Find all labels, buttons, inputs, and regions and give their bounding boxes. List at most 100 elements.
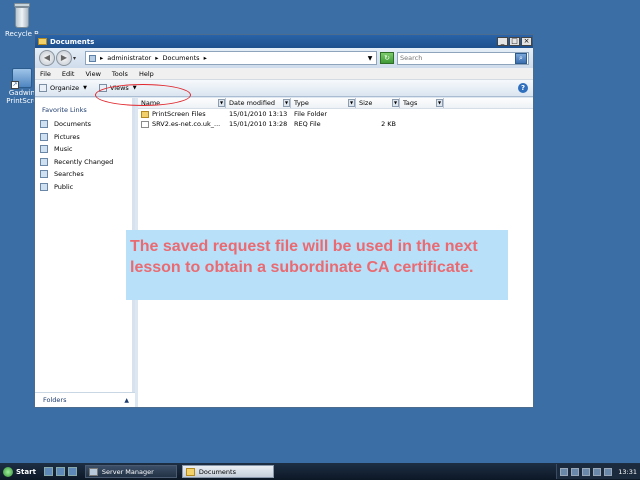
crumb-separator[interactable]: ▸ (155, 54, 158, 62)
menu-tools[interactable]: Tools (112, 70, 128, 78)
window-titlebar[interactable]: Documents _ □ × (35, 35, 533, 48)
forward-button[interactable]: ▶ (56, 50, 72, 66)
column-dropdown-icon[interactable]: ▼ (218, 99, 225, 107)
column-dropdown-icon[interactable]: ▼ (392, 99, 399, 107)
tray-icon[interactable] (560, 467, 569, 476)
file-date: 15/01/2010 13:28 (229, 120, 288, 128)
computer-icon (89, 54, 96, 62)
nav-item-music[interactable]: Music (40, 143, 132, 156)
start-label: Start (16, 467, 36, 476)
navigation-pane: Favorite Links Documents Pictures Music … (35, 98, 135, 407)
file-date: 15/01/2010 13:13 (229, 110, 288, 118)
breadcrumb-administrator[interactable]: administrator (107, 54, 151, 62)
search-icon[interactable]: ⌕ (515, 52, 527, 64)
table-row[interactable]: PrintScreen Files 15/01/2010 13:13 File … (138, 109, 533, 119)
start-button[interactable]: Start (0, 464, 40, 479)
nav-item-recently-changed[interactable]: Recently Changed (40, 156, 132, 169)
crumb-separator[interactable]: ▸ (204, 54, 207, 62)
column-header-type[interactable]: Type ▼ (291, 98, 356, 108)
folders-label: Folders (43, 396, 67, 404)
address-bar[interactable]: ▸ administrator ▸ Documents ▸ ▼ (85, 51, 377, 65)
nav-item-label: Public (54, 182, 74, 191)
organize-label: Organize (50, 84, 80, 92)
taskbar-item-server-manager[interactable]: Server Manager (84, 465, 177, 478)
task-label: Documents (198, 467, 236, 476)
search-box[interactable]: ⌕ (397, 51, 529, 65)
column-header-date[interactable]: Date modified ▼ (226, 98, 291, 108)
column-dropdown-icon[interactable]: ▼ (436, 99, 443, 107)
column-header-size[interactable]: Size ▼ (356, 98, 400, 108)
searches-icon (40, 170, 48, 179)
taskbar-item-documents[interactable]: Documents (181, 465, 274, 478)
crumb-separator[interactable]: ▸ (100, 54, 103, 62)
column-dropdown-icon[interactable]: ▼ (348, 99, 355, 107)
nav-item-label: Pictures (54, 132, 80, 141)
recycle-bin-desktop-icon[interactable]: Recycle B (2, 3, 42, 38)
document-icon (141, 120, 149, 128)
chevron-down-icon: ▼ (83, 85, 87, 91)
nav-item-searches[interactable]: Searches (40, 168, 132, 181)
organize-icon (39, 84, 47, 92)
folder-icon (185, 467, 195, 476)
show-desktop-icon[interactable] (55, 467, 65, 476)
column-label: Date modified (229, 99, 276, 107)
chevron-up-icon: ▲ (124, 396, 129, 404)
menu-file[interactable]: File (40, 70, 51, 78)
breadcrumb-documents[interactable]: Documents (163, 54, 200, 62)
volume-icon[interactable] (593, 467, 602, 476)
menu-bar: File Edit View Tools Help (35, 68, 533, 80)
lesson-callout: The saved request file will be used in t… (126, 230, 508, 300)
nav-item-label: Recently Changed (54, 157, 114, 166)
task-label: Server Manager (101, 467, 154, 476)
recycle-bin-icon (13, 3, 31, 29)
nav-item-public[interactable]: Public (40, 181, 132, 194)
file-name: SRV2.es-net.co.uk_... (152, 120, 221, 128)
organize-button[interactable]: Organize ▼ (39, 84, 87, 92)
refresh-button[interactable]: ↻ (380, 52, 394, 64)
public-icon (40, 182, 48, 191)
file-size: 2 KB (381, 120, 396, 128)
highlight-circle (95, 84, 191, 106)
nav-item-documents[interactable]: Documents (40, 118, 132, 131)
nav-item-label: Documents (54, 120, 92, 129)
taskbar: Start Server Manager Documents 13:31 (0, 463, 640, 480)
history-dropdown-icon[interactable]: ▾ (73, 55, 81, 62)
clock[interactable]: 13:31 (618, 468, 637, 476)
maximize-button[interactable]: □ (509, 37, 520, 46)
network-icon[interactable] (582, 467, 591, 476)
menu-view[interactable]: View (85, 70, 100, 78)
folder-icon (141, 110, 149, 118)
tray-icon[interactable] (604, 467, 613, 476)
column-dropdown-icon[interactable]: ▼ (283, 99, 290, 107)
recent-icon (40, 157, 48, 166)
minimize-button[interactable]: _ (497, 37, 508, 46)
search-input[interactable] (398, 54, 515, 62)
help-icon[interactable]: ? (518, 83, 528, 93)
address-dropdown-icon[interactable]: ▼ (364, 55, 376, 62)
tray-icon[interactable] (571, 467, 580, 476)
back-button[interactable]: ◀ (39, 50, 55, 66)
system-tray: 13:31 (556, 464, 640, 479)
table-row[interactable]: SRV2.es-net.co.uk_... 15/01/2010 13:28 R… (138, 119, 533, 129)
menu-help[interactable]: Help (139, 70, 154, 78)
nav-item-label: Music (54, 145, 73, 154)
pictures-icon (40, 132, 48, 141)
folders-toggle[interactable]: Folders ▲ (35, 392, 135, 407)
column-header-tags[interactable]: Tags ▼ (400, 98, 444, 108)
column-label: Size (359, 99, 373, 107)
nav-item-pictures[interactable]: Pictures (40, 131, 132, 144)
windows-logo-icon (3, 466, 13, 477)
documents-icon (40, 120, 48, 129)
file-name: PrintScreen Files (152, 110, 206, 118)
explorer-quicklaunch-icon[interactable] (67, 467, 77, 476)
gadwin-app-icon: ↗ (11, 68, 32, 89)
address-toolbar: ◀ ▶ ▾ ▸ administrator ▸ Documents ▸ ▼ ↻ … (35, 48, 533, 68)
column-headers: Name ▼ Date modified ▼ Type ▼ Size ▼ Tags ▼ (138, 98, 533, 109)
column-label: Type (294, 99, 309, 107)
close-button[interactable]: × (521, 37, 532, 46)
folder-icon (38, 38, 47, 45)
nav-item-label: Searches (54, 170, 84, 179)
menu-edit[interactable]: Edit (62, 70, 75, 78)
file-type: REQ File (294, 120, 321, 128)
server-manager-quicklaunch-icon[interactable] (43, 467, 53, 476)
